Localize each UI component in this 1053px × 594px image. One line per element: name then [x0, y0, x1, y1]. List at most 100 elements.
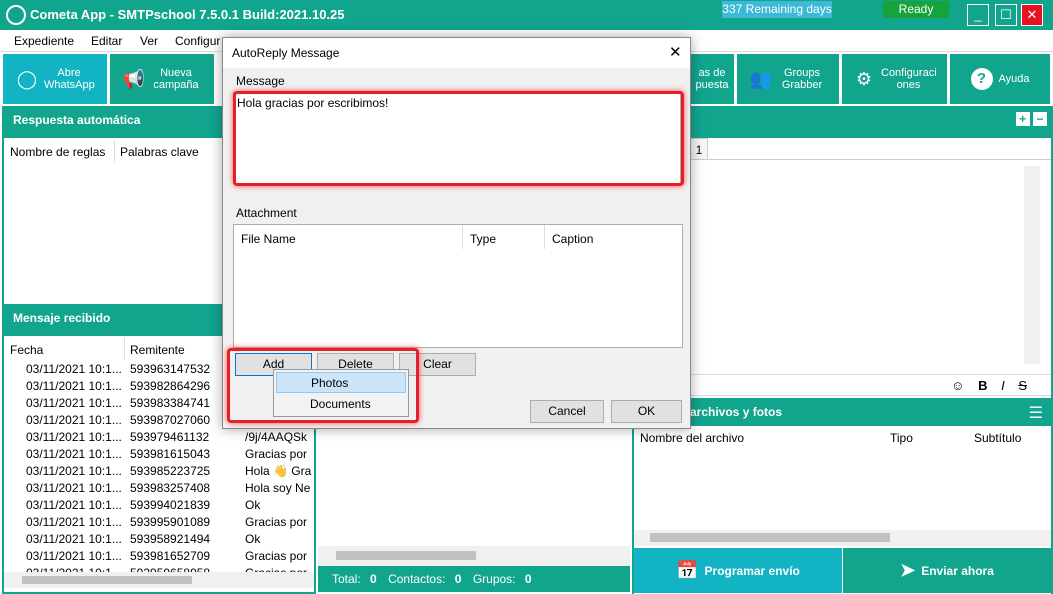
col-caption[interactable]: Caption: [552, 232, 593, 246]
row-sender: 593985223725: [130, 464, 211, 478]
dialog-title: AutoReply Message: [232, 46, 340, 60]
table-row[interactable]: 03/11/2021 10:1... 593994021839 Ok: [4, 498, 314, 515]
message-highlight: [233, 91, 684, 186]
row-date: 03/11/2021 10:1...: [26, 413, 122, 427]
row-sender: 593983257408: [130, 481, 211, 495]
row-msg: Hola 👋 Gra: [245, 464, 312, 478]
config-label: Configuraci ones: [881, 67, 937, 91]
status-badge: Ready: [883, 1, 949, 18]
tab-divider: [634, 159, 1051, 160]
row-sender: 593982864296: [130, 379, 211, 393]
send-now-button[interactable]: ➤ Enviar ahora: [843, 548, 1051, 593]
maximize-button[interactable]: ☐: [995, 4, 1017, 26]
remove-icon[interactable]: −: [1033, 112, 1047, 126]
table-row[interactable]: 03/11/2021 10:1... 593981615043 Gracias po…: [4, 447, 314, 464]
minimize-button[interactable]: _: [967, 4, 989, 26]
files-hscroll[interactable]: [634, 530, 1051, 546]
row-date: 03/11/2021 10:1...: [26, 532, 122, 546]
editor-vscroll[interactable]: [1024, 166, 1040, 364]
col-attach-type[interactable]: Type: [470, 232, 496, 246]
new-campaign-label: Nueva campaña: [153, 67, 199, 91]
table-row[interactable]: 03/11/2021 10:1... 593983257408 Hola soy N…: [4, 481, 314, 498]
col-type[interactable]: Tipo: [890, 431, 913, 445]
horizontal-scrollbar[interactable]: [4, 572, 314, 588]
scrollbar-thumb[interactable]: [650, 533, 890, 542]
total-label: Total:: [332, 572, 361, 586]
row-date: 03/11/2021 10:1...: [26, 396, 122, 410]
menu-icon[interactable]: ☰: [1029, 403, 1043, 423]
groups-value: 0: [524, 572, 532, 586]
megaphone-icon: 📢: [122, 69, 146, 89]
row-msg: /9j/4AAQSk: [245, 430, 308, 444]
row-msg: Gracias por: [245, 515, 308, 529]
open-whatsapp-button[interactable]: ◯ Abre WhatsApp: [3, 54, 107, 104]
table-row[interactable]: 03/11/2021 10:1... 593985223725 Hola 👋 Gra: [4, 464, 314, 481]
col-subtitle[interactable]: Subtítulo: [974, 431, 1021, 445]
files-section-title: archivos y fotos: [634, 398, 1051, 426]
col-file-name[interactable]: File Name: [241, 232, 296, 246]
groups-grabber-button[interactable]: 👥 Groups Grabber: [737, 54, 839, 104]
close-button[interactable]: ✕: [1021, 4, 1043, 26]
ok-button[interactable]: OK: [611, 400, 682, 423]
menu-configuracion[interactable]: Configur: [175, 34, 220, 48]
row-sender: 593995901089: [130, 515, 211, 529]
table-row[interactable]: 03/11/2021 10:1... 593979461132/9j/4AAQSk: [4, 430, 314, 447]
schedule-label: Programar envío: [704, 563, 800, 578]
open-whatsapp-label: Abre WhatsApp: [44, 67, 95, 91]
row-sender: 593963147532: [130, 362, 211, 376]
col-date[interactable]: Fecha: [10, 343, 43, 357]
menu-editar[interactable]: Editar: [91, 34, 122, 48]
message-label: Message: [236, 74, 285, 88]
italic-icon[interactable]: I: [1001, 378, 1005, 393]
gear-icon: ⚙: [855, 69, 873, 89]
row-msg: Gracias por: [245, 447, 308, 461]
group-icon: 👥: [749, 69, 773, 89]
col-divider: [124, 338, 125, 360]
row-sender: 593981652709: [130, 549, 211, 563]
scrollbar-thumb[interactable]: [336, 551, 476, 560]
table-row[interactable]: 03/11/2021 10:1... 593995901089 Gracias po…: [4, 515, 314, 532]
send-icon: ➤: [900, 560, 916, 580]
table-row[interactable]: 03/11/2021 10:1... 593981652709 Gracias po…: [4, 549, 314, 566]
emoji-icon[interactable]: ☺: [951, 378, 964, 393]
whatsapp-icon: ◯: [16, 69, 38, 89]
window-title: Cometa App - SMTPschool 7.5.0.1 Build:20…: [30, 7, 345, 22]
remaining-days-badge: 337 Remaining days: [722, 1, 832, 18]
middle-hscroll[interactable]: [318, 546, 630, 566]
row-date: 03/11/2021 10:1...: [26, 464, 122, 478]
row-msg: Ok: [245, 498, 261, 512]
calendar-icon: 📅: [676, 560, 699, 580]
add-icon[interactable]: +: [1015, 112, 1030, 126]
col-rule-name[interactable]: Nombre de reglas: [10, 145, 105, 159]
config-button[interactable]: ⚙ Configuraci ones: [842, 54, 947, 104]
new-campaign-button[interactable]: 📢 Nueva campaña: [110, 54, 214, 104]
col-divider: [544, 225, 545, 249]
table-row[interactable]: 03/11/2021 10:1... 593958921494 Ok: [4, 532, 314, 549]
col-sender[interactable]: Remitente: [130, 343, 185, 357]
col-keywords[interactable]: Palabras clave: [120, 145, 199, 159]
groups-label: Grupos:: [472, 572, 516, 586]
schedule-button[interactable]: 📅 Programar envío: [634, 548, 842, 593]
bold-icon[interactable]: B: [978, 378, 987, 393]
contacts-label: Contactos:: [388, 572, 446, 586]
row-msg: Hola soy Ne: [245, 481, 311, 495]
dialog-close-icon[interactable]: ✕: [669, 43, 682, 61]
help-button[interactable]: ? Ayuda: [950, 54, 1050, 104]
tab-1[interactable]: 1: [690, 138, 708, 160]
row-msg: Ok: [245, 532, 261, 546]
col-filename[interactable]: Nombre del archivo: [640, 431, 744, 445]
groups-grabber-label: Groups Grabber: [781, 67, 823, 91]
scrollbar-thumb[interactable]: [22, 576, 192, 584]
total-value: 0: [370, 572, 377, 586]
strike-icon[interactable]: S: [1018, 378, 1027, 393]
row-date: 03/11/2021 10:1...: [26, 481, 122, 495]
menu-expediente[interactable]: Expediente: [14, 34, 74, 48]
row-date: 03/11/2021 10:1...: [26, 549, 122, 563]
menu-ver[interactable]: Ver: [140, 34, 158, 48]
row-sender: 593983384741: [130, 396, 211, 410]
attachment-list: File Name Type Caption: [233, 224, 683, 348]
templates-button[interactable]: as de puesta: [690, 54, 734, 104]
app-titlebar: Cometa App - SMTPschool 7.5.0.1 Build:20…: [0, 0, 1053, 30]
dialog-titlebar: AutoReply Message ✕: [223, 38, 690, 68]
cancel-button[interactable]: Cancel: [530, 400, 604, 423]
